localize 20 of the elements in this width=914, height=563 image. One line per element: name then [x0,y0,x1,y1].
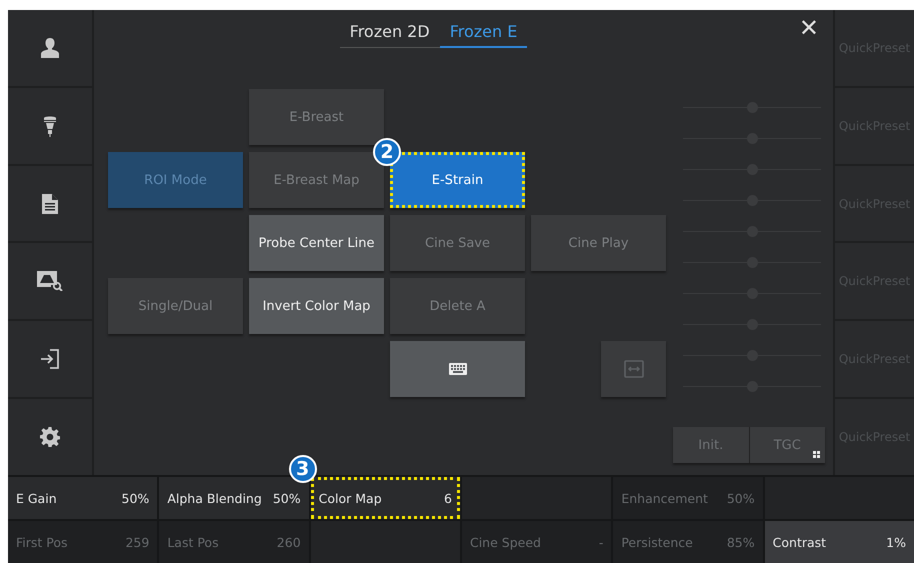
exit-icon [40,349,60,370]
parameter-button[interactable]: Color Map 6 [310,477,460,519]
parameter-button[interactable]: E Gain 50% [8,477,158,519]
parameter-button[interactable]: Alpha Blending 50% [159,477,309,519]
close-button[interactable]: ✕ [794,14,823,42]
mode-button[interactable]: Probe Center Line [249,215,384,271]
probe-icon [43,114,57,137]
grid-icon [813,451,820,458]
tab[interactable]: Frozen E [440,18,528,48]
step-badge: 3 [288,455,317,483]
keyboard-button[interactable] [390,341,525,397]
resize-icon [624,360,644,378]
document-icon [42,194,58,214]
image-search-icon [37,271,63,292]
parameter-button[interactable]: Contrast 1% [764,521,914,563]
settings-icon [40,427,60,448]
person-icon [41,38,59,58]
mode-button[interactable]: Invert Color Map [249,278,384,334]
keyboard-icon [448,363,466,375]
tab[interactable]: Frozen 2D [340,18,440,48]
